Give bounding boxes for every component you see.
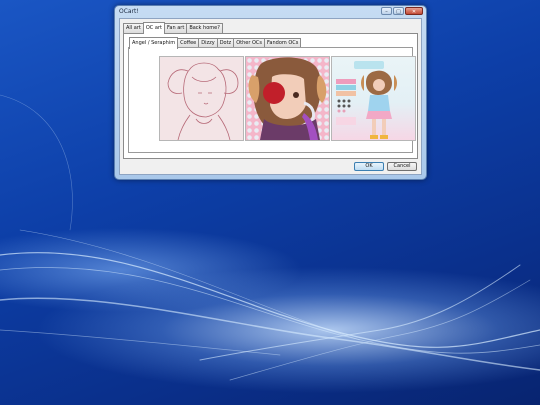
main-tab-strip: All art OC art Fan art Back home? <box>123 22 223 34</box>
title-bar[interactable]: OCart! – □ ✕ <box>115 6 426 17</box>
dialog-client-area: All art OC art Fan art Back home? Angel … <box>119 18 422 175</box>
tab-oc-art[interactable]: OC art <box>142 22 165 34</box>
close-button[interactable]: ✕ <box>405 7 423 15</box>
cancel-button[interactable]: Cancel <box>387 162 417 171</box>
window-controls: – □ ✕ <box>381 7 423 15</box>
ok-button[interactable]: OK <box>354 162 384 171</box>
tab-all-art[interactable]: All art <box>123 23 144 33</box>
angel-sketch-artwork[interactable] <box>159 56 244 141</box>
angel-reference-sheet-artwork[interactable] <box>331 56 416 141</box>
tab-angel-seraphim[interactable]: Angel / Seraphim <box>129 37 179 49</box>
angel-seraphim-panel <box>128 47 416 153</box>
tab-fan-art[interactable]: Fan art <box>163 23 188 33</box>
reference-drawing <box>336 61 397 139</box>
minimize-button[interactable]: – <box>381 7 392 15</box>
tab-back-home[interactable]: Back home? <box>186 23 223 33</box>
maximize-button[interactable]: □ <box>393 7 404 15</box>
sketch-drawing <box>167 62 239 140</box>
art-gallery <box>159 56 416 141</box>
oc-art-panel: Angel / Seraphim Coffee Dizzy Dotz Other… <box>123 33 418 159</box>
ocart-dialog-window: OCart! – □ ✕ All art OC art Fan art Back… <box>114 5 427 180</box>
character-tab-strip: Angel / Seraphim Coffee Dizzy Dotz Other… <box>129 37 302 49</box>
window-title: OCart! <box>119 8 139 15</box>
colored-drawing <box>248 57 327 140</box>
angel-colored-artwork[interactable] <box>245 56 330 141</box>
